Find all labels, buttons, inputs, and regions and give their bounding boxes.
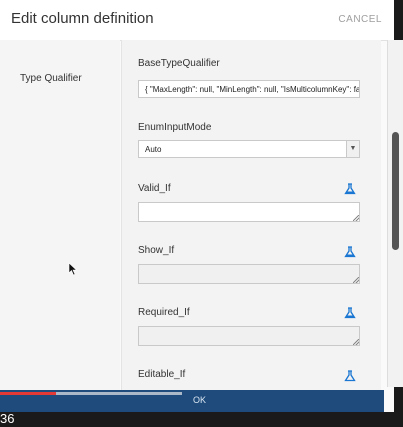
ok-button-label: OK (193, 395, 207, 405)
show-if-input[interactable] (138, 264, 360, 284)
mouse-cursor-icon (68, 262, 78, 276)
dialog-title: Edit column definition (11, 10, 154, 27)
flask-icon[interactable] (344, 370, 356, 382)
valid-if-input[interactable] (138, 202, 360, 222)
flask-icon[interactable] (344, 246, 356, 258)
valid-if-label: Valid_If (138, 183, 171, 194)
video-control-strip (0, 412, 403, 427)
edit-column-dialog: Edit column definition CANCEL Type Quali… (0, 0, 403, 427)
resize-handle-icon[interactable] (353, 339, 359, 345)
resize-handle-icon[interactable] (353, 215, 359, 221)
flask-icon[interactable] (344, 307, 356, 319)
section-label-type-qualifier: Type Qualifier (20, 73, 82, 84)
required-if-input[interactable] (138, 326, 360, 346)
base-type-qualifier-label: BaseTypeQualifier (138, 58, 220, 69)
show-if-label: Show_If (138, 245, 175, 256)
flask-icon[interactable] (344, 183, 356, 195)
enum-input-mode-value: Auto (145, 145, 162, 154)
video-progress-fill[interactable] (0, 392, 56, 395)
enum-input-mode-select[interactable]: Auto ▼ (138, 140, 360, 158)
vertical-scrollbar[interactable] (387, 40, 403, 387)
dialog-header: Edit column definition CANCEL (0, 0, 394, 41)
resize-handle-icon[interactable] (353, 277, 359, 283)
base-type-qualifier-input[interactable]: { "MaxLength": null, "MinLength": null, … (138, 80, 360, 98)
editable-if-label: Editable_If (138, 369, 186, 380)
left-column (0, 40, 120, 427)
dropdown-arrow-icon[interactable]: ▼ (346, 141, 359, 157)
required-if-label: Required_If (138, 307, 190, 318)
scrollbar-thumb[interactable] (392, 132, 399, 250)
enum-input-mode-label: EnumInputMode (138, 122, 212, 133)
cancel-button[interactable]: CANCEL (338, 14, 382, 25)
video-timestamp: 36 (0, 411, 15, 426)
